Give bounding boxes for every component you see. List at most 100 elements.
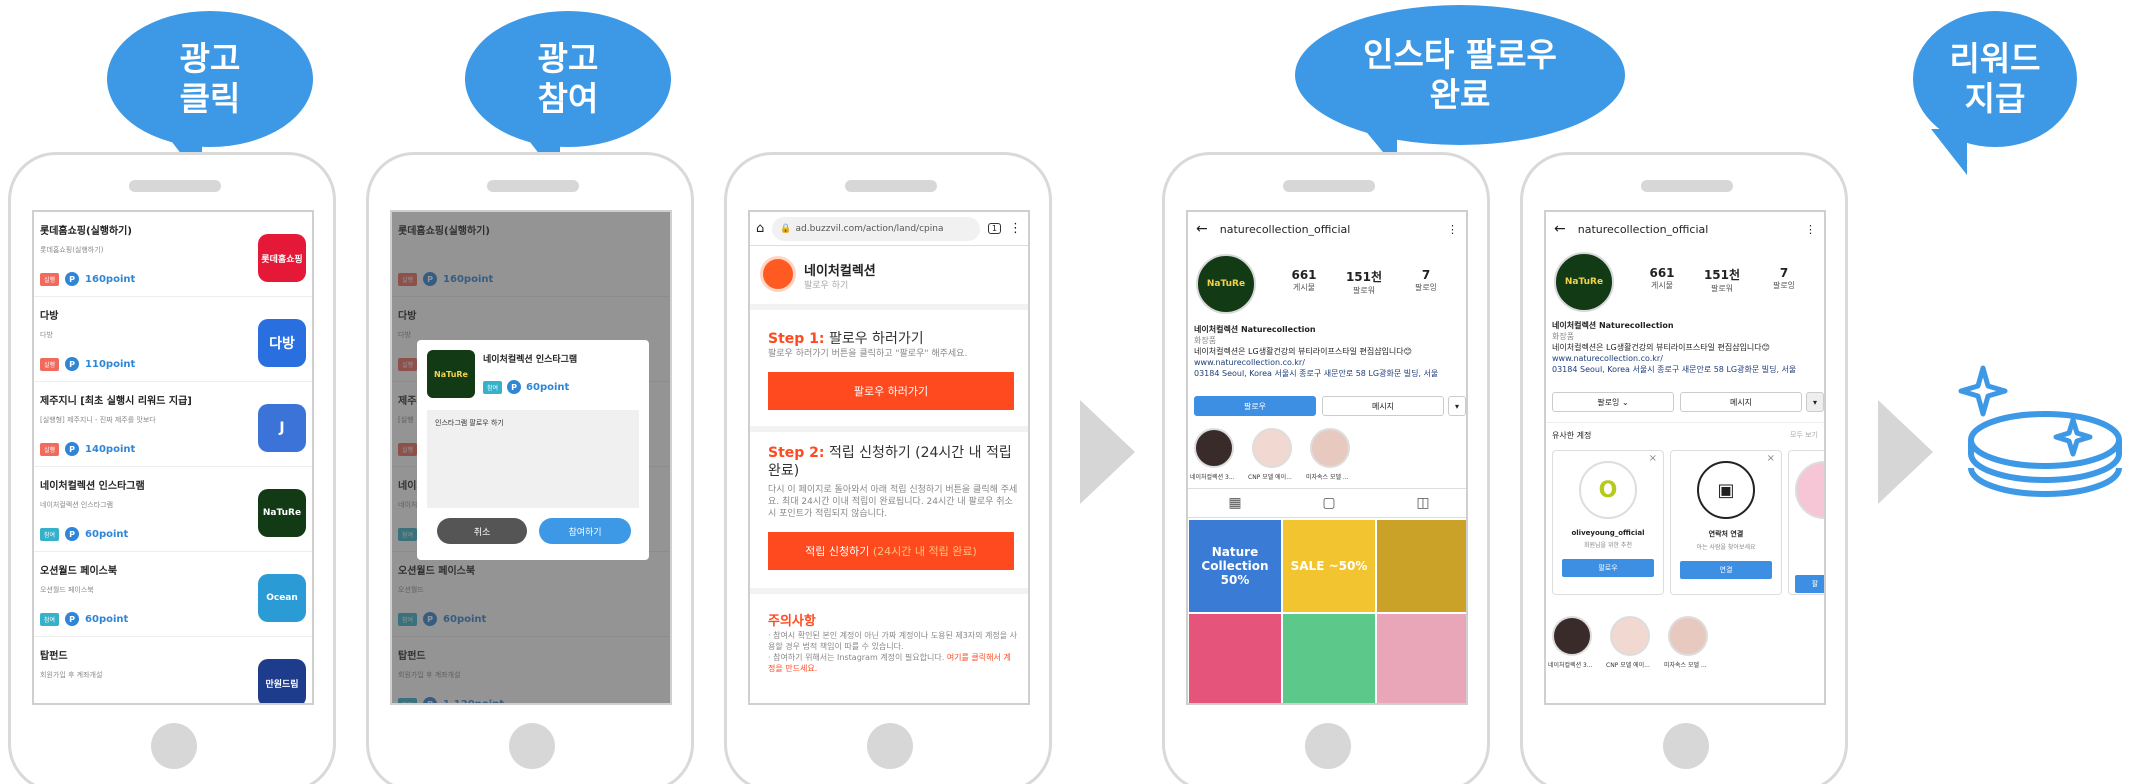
post-tile[interactable] <box>1283 614 1375 703</box>
story-highlight[interactable] <box>1552 616 1592 656</box>
go-follow-button[interactable]: 팔로우 하러가기 <box>768 372 1014 410</box>
bubble-text: 광고 참여 <box>537 39 599 118</box>
contacts-icon[interactable]: ▣ <box>1697 461 1755 519</box>
posts-count: 661 <box>1291 268 1317 282</box>
phone-speaker <box>1641 180 1733 192</box>
following-count: 7 <box>1779 266 1789 280</box>
similar-title: 유사한 계정 <box>1552 431 1592 440</box>
story-highlight[interactable] <box>1668 616 1708 656</box>
post-tile[interactable] <box>1377 520 1466 612</box>
home-button[interactable] <box>509 723 555 769</box>
bio-link[interactable]: www.naturecollection.co.kr/ <box>1194 357 1466 368</box>
ad-list-item[interactable]: 오션월드 페이스북 오션월드 페이스북 참여 P 60point Ocean <box>34 552 312 637</box>
step1-label: Step 1: <box>768 331 825 347</box>
follow-button[interactable]: 팔로우 <box>1194 396 1316 416</box>
join-dialog: NaTuRe 네이처컬렉션 인스타그램 참여 P 60point 인스타그램 팔… <box>417 340 649 560</box>
bubble-ad-click: 광고 클릭 <box>107 11 313 181</box>
close-icon[interactable]: × <box>1649 453 1657 464</box>
card1-sub: 회원님을 위한 추천 <box>1584 542 1632 549</box>
posts-label: 게시물 <box>1650 281 1674 290</box>
app-icon: J <box>258 404 306 452</box>
phone-speaker <box>1283 180 1375 192</box>
see-all-link[interactable]: 모두 보기 <box>1790 430 1818 440</box>
partial-avatar[interactable] <box>1795 461 1824 519</box>
bubble-reward: 리워드 지급 <box>1913 11 2077 175</box>
card3-follow-button[interactable]: 팔 <box>1795 575 1824 593</box>
ad-subtitle: [실행형] 제주지니 - 진짜 제주를 맛보다 <box>40 416 156 424</box>
suggestion-card-partial: 팔 <box>1788 450 1824 595</box>
step1-title-text: 팔로우 하러가기 <box>828 331 924 347</box>
step2-title: Step 2: 적립 신청하기 (24시간 내 적립 완료) <box>768 444 1018 480</box>
bio-name: 네이처컬렉션 Naturecollection <box>1194 325 1316 334</box>
bubble-text: 광고 클릭 <box>179 39 241 118</box>
ad-list-screen[interactable]: 롯데홈쇼핑(실행하기) 롯데홈쇼핑(실행하기) 실행 P 160point 롯데홈쇼핑 다방… <box>32 210 314 705</box>
chevron-down-icon[interactable]: ▾ <box>1448 396 1466 416</box>
bio-link[interactable]: www.naturecollection.co.kr/ <box>1552 353 1824 364</box>
ad-list-item[interactable]: 제주지니 [최초 실행시 리워드 지급] [실행형] 제주지니 - 진짜 제주를 … <box>34 382 312 467</box>
apply-reward-button[interactable]: 적립 신청하기 (24시간 내 적립 완료) <box>768 532 1014 570</box>
following-button[interactable]: 팔로잉 ⌄ <box>1552 392 1674 412</box>
home-button[interactable] <box>1663 723 1709 769</box>
step1-title: Step 1: 팔로우 하러가기 <box>768 328 924 348</box>
bio-desc: 네이처컬렉션은 LG생활건강의 뷰티라이프스타일 편집샵입니다😊 <box>1552 343 1770 352</box>
ad-list-item[interactable]: 네이처컬렉션 인스타그램 네이처컬렉션 인스타그램 참여 P 60point NaTuRe <box>34 467 312 552</box>
ad-subtitle: 오션월드 페이스북 <box>40 586 94 594</box>
divider <box>1546 422 1824 423</box>
bio-address: 03184 Seoul, Korea 서울시 종로구 새문안로 58 LG광화문… <box>1194 369 1439 378</box>
grid-icon[interactable]: ▦ <box>1228 495 1241 511</box>
point-coin-icon: P <box>65 272 80 286</box>
profile-avatar[interactable]: NaTuRe <box>1554 252 1614 312</box>
ad-list-item[interactable]: 탑펀드 회원가입 후 계좌개설 만원드림 <box>34 637 312 703</box>
post-tile[interactable]: SALE ~50% <box>1283 520 1375 612</box>
cancel-button[interactable]: 취소 <box>437 518 527 544</box>
more-menu-icon[interactable]: ⋮ <box>1447 223 1458 236</box>
following-stat[interactable]: 7 팔로잉 <box>1402 268 1450 293</box>
following-stat[interactable]: 7 팔로잉 <box>1760 266 1808 291</box>
card1-follow-button[interactable]: 팔로우 <box>1562 559 1654 577</box>
following-label: 팔로잉 <box>1414 283 1438 292</box>
story-highlight[interactable] <box>1310 428 1350 468</box>
back-arrow-icon[interactable]: ← <box>1196 221 1208 237</box>
phone-ad-dialog: 롯데홈쇼핑(실행하기)실행P160point다방다방실행P110point제주지… <box>366 152 694 784</box>
followers-stat[interactable]: 151천 팔로워 <box>1698 266 1746 294</box>
tab-count-button[interactable]: 1 <box>987 223 1001 234</box>
close-icon[interactable]: × <box>1767 453 1775 464</box>
post-tile[interactable]: Nature Collection 50% <box>1189 520 1281 612</box>
ad-list-item[interactable]: 다방 다방 실행 P 110point 다방 <box>34 297 312 382</box>
post-tile[interactable] <box>1189 614 1281 703</box>
brand-sub: 팔로우 하기 <box>804 281 849 291</box>
card2-connect-button[interactable]: 연결 <box>1680 561 1772 579</box>
story-highlight[interactable] <box>1610 616 1650 656</box>
message-button[interactable]: 메시지 <box>1680 392 1802 412</box>
followers-label: 팔로워 <box>1352 286 1376 295</box>
suggestion-card-contacts: × ▣ 연락처 연결 아는 사람을 찾아보세요 연결 <box>1670 450 1782 595</box>
post-tile[interactable] <box>1377 614 1466 703</box>
dialog-body: 인스타그램 팔로우 하기 <box>427 410 639 508</box>
instagram-following-screen: ← naturecollection_official ⋮ NaTuRe 661… <box>1544 210 1826 705</box>
story-label: 미자속스 모델 ... <box>1306 474 1349 481</box>
message-button[interactable]: 메시지 <box>1322 396 1444 416</box>
ad-list-item[interactable]: 롯데홈쇼핑(실행하기) 롯데홈쇼핑(실행하기) 실행 P 160point 롯데홈쇼핑 <box>34 212 312 297</box>
url-bar[interactable]: 🔒 ad.buzzvil.com/action/land/cpina <box>772 216 980 241</box>
browser-toolbar: ⌂ 🔒 ad.buzzvil.com/action/land/cpina 1 ⋮ <box>750 212 1028 246</box>
back-arrow-icon[interactable]: ← <box>1554 221 1566 237</box>
phone-speaker <box>845 180 937 192</box>
chevron-down-icon[interactable]: ▾ <box>1806 392 1824 412</box>
oliveyoung-avatar[interactable]: O <box>1579 461 1637 519</box>
home-button[interactable] <box>1305 723 1351 769</box>
home-button[interactable] <box>867 723 913 769</box>
more-menu-icon[interactable]: ⋮ <box>1009 221 1022 236</box>
followers-stat[interactable]: 151천 팔로워 <box>1340 268 1388 296</box>
ad-meta: 실행 P 140point <box>40 442 135 456</box>
story-highlight[interactable] <box>1252 428 1292 468</box>
tagged-icon[interactable]: ◫ <box>1416 495 1429 511</box>
home-button[interactable] <box>151 723 197 769</box>
join-button[interactable]: 참여하기 <box>539 518 631 544</box>
home-icon[interactable]: ⌂ <box>756 221 764 236</box>
more-menu-icon[interactable]: ⋮ <box>1805 223 1816 236</box>
story-highlight[interactable] <box>1194 428 1234 468</box>
igtv-icon[interactable]: ▢ <box>1322 495 1335 511</box>
profile-avatar[interactable]: NaTuRe <box>1196 254 1256 314</box>
join-tag: 참여 <box>483 380 503 394</box>
ad-meta: 실행 P 110point <box>40 357 135 371</box>
